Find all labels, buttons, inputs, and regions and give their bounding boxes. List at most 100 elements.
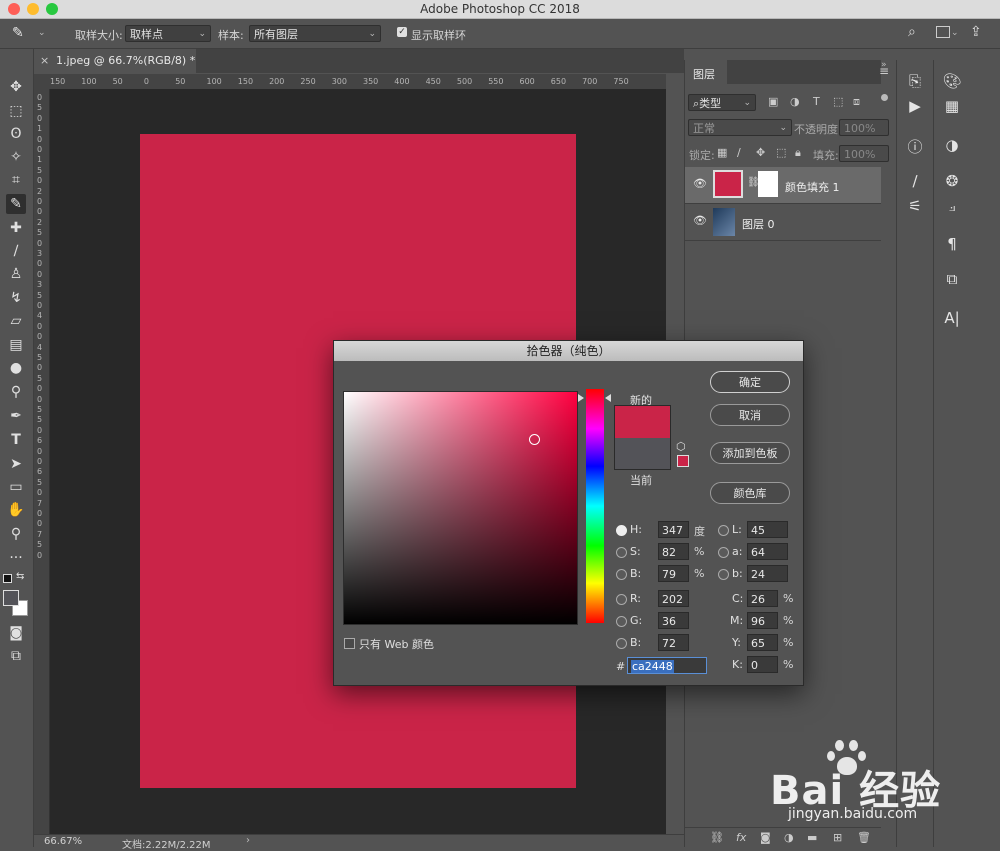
blue-field[interactable]: 72 xyxy=(658,634,689,651)
lab-l-field[interactable]: 45 xyxy=(747,521,788,538)
more-tools-icon[interactable]: ··· xyxy=(6,548,26,568)
rectangle-tool-icon[interactable]: ▭ xyxy=(6,477,26,497)
red-radio[interactable] xyxy=(616,594,627,605)
history-brush-tool-icon[interactable]: ↯ xyxy=(6,288,26,308)
screen-mode-icon[interactable]: ⧉ xyxy=(6,646,26,666)
add-mask-icon[interactable]: ◙ xyxy=(760,831,771,844)
paths-icon[interactable]: ⟓ xyxy=(937,197,967,215)
share-icon[interactable]: ⇪ xyxy=(970,24,982,40)
show-ring-checkbox[interactable]: ✓ xyxy=(397,27,407,37)
lock-all-icon[interactable]: 🔒︎ xyxy=(795,146,801,160)
lock-artboard-icon[interactable]: ⬚ xyxy=(776,146,786,159)
adjustment-layer-icon[interactable]: ◑ xyxy=(784,831,794,844)
filter-adjustment-icon[interactable]: ◑ xyxy=(790,95,800,108)
hand-tool-icon[interactable]: ✋ xyxy=(6,500,26,520)
lab-b-radio[interactable] xyxy=(718,569,729,580)
black-field[interactable]: 0 xyxy=(747,656,778,673)
tool-presets-icon[interactable]: ⚟ xyxy=(900,197,930,215)
filter-type-icon[interactable]: T xyxy=(813,95,820,108)
saturation-radio[interactable] xyxy=(616,547,627,558)
eyedropper-tool-icon[interactable]: ✎ xyxy=(6,194,26,214)
cube-icon[interactable]: ⬡ xyxy=(676,440,686,453)
marquee-tool-icon[interactable]: ⬚ xyxy=(6,101,26,121)
fill-field[interactable]: 100% xyxy=(839,145,889,162)
healing-brush-tool-icon[interactable]: ✚ xyxy=(6,218,26,238)
document-tab[interactable]: × 1.jpeg @ 66.7%(RGB/8) * xyxy=(34,49,196,73)
hex-field[interactable]: ca2448 xyxy=(627,657,707,674)
lock-transparent-icon[interactable]: ▦ xyxy=(717,146,727,159)
lab-a-field[interactable]: 64 xyxy=(747,543,788,560)
lasso-tool-icon[interactable]: ʘ xyxy=(6,124,26,144)
blend-mode-dropdown[interactable]: 正常 ⌄ xyxy=(688,119,792,136)
hue-radio[interactable] xyxy=(616,525,627,536)
collapse-icon[interactable]: » xyxy=(881,60,887,70)
lab-a-radio[interactable] xyxy=(718,547,729,558)
character-icon[interactable]: A| xyxy=(937,309,967,327)
path-select-tool-icon[interactable]: ➤ xyxy=(6,454,26,474)
move-tool-icon[interactable]: ✥ xyxy=(6,77,26,97)
layer-name[interactable]: 图层 0 xyxy=(742,216,775,232)
magic-wand-tool-icon[interactable]: ✧ xyxy=(6,147,26,167)
type-tool-icon[interactable]: T xyxy=(6,430,26,450)
zoom-tool-icon[interactable]: ⚲ xyxy=(6,524,26,544)
web-colors-only-checkbox[interactable] xyxy=(344,638,355,649)
hue-field[interactable]: 347 xyxy=(658,521,689,538)
new-layer-icon[interactable]: ⊞ xyxy=(833,831,842,844)
workspace-icon[interactable] xyxy=(936,26,950,38)
channels-icon[interactable]: ❂ xyxy=(937,172,967,190)
info-icon[interactable]: ⓘ xyxy=(900,136,930,157)
layer-row[interactable]: 👁︎ ⛓ 颜色填充 1 xyxy=(685,167,881,204)
filter-pixel-icon[interactable]: ▣ xyxy=(768,95,778,108)
current-color-swatch[interactable] xyxy=(614,438,671,470)
lab-l-radio[interactable] xyxy=(718,525,729,536)
swap-colors-icon[interactable]: ⇆ xyxy=(16,571,24,582)
eyedropper-icon[interactable]: ✎ xyxy=(12,25,24,41)
brush-settings-icon[interactable]: ∕ xyxy=(900,172,930,190)
lab-b-field[interactable]: 24 xyxy=(747,565,788,582)
opacity-field[interactable]: 100% xyxy=(839,119,889,136)
hue-slider-left-arrow[interactable] xyxy=(578,394,584,402)
group-icon[interactable]: ▬ xyxy=(807,831,817,844)
color-libraries-button[interactable]: 颜色库 xyxy=(710,482,790,504)
dodge-tool-icon[interactable]: ⚲ xyxy=(6,382,26,402)
brush-tool-icon[interactable]: ∕ xyxy=(6,241,26,261)
adjustments-icon[interactable]: ◑ xyxy=(937,136,967,154)
brightness-field[interactable]: 79 xyxy=(658,565,689,582)
filter-shape-icon[interactable]: ⬚ xyxy=(833,95,843,108)
trash-icon[interactable]: 🗑︎ xyxy=(857,831,871,844)
gradient-tool-icon[interactable]: ▤ xyxy=(6,335,26,355)
zoom-level[interactable]: 66.67% xyxy=(44,836,82,847)
layer-name[interactable]: 颜色填充 1 xyxy=(785,179,840,195)
link-layers-icon[interactable]: ⛓ xyxy=(710,831,724,844)
paragraph-icon[interactable]: ¶ xyxy=(937,235,967,253)
saturation-brightness-field[interactable] xyxy=(343,391,578,625)
ok-button[interactable]: 确定 xyxy=(710,371,790,393)
default-colors-icon[interactable] xyxy=(3,574,12,583)
search-icon[interactable]: ⌕ xyxy=(908,24,916,40)
foreground-color-swatch[interactable] xyxy=(3,590,19,606)
green-field[interactable]: 36 xyxy=(658,612,689,629)
actions-play-icon[interactable]: ▶ xyxy=(900,97,930,115)
lock-position-icon[interactable]: ✥ xyxy=(756,146,765,159)
chevron-right-icon[interactable]: › xyxy=(246,835,250,846)
add-to-swatches-button[interactable]: 添加到色板 xyxy=(710,442,790,464)
blur-tool-icon[interactable]: ● xyxy=(6,358,26,378)
layer-mask-thumbnail[interactable] xyxy=(758,171,778,197)
chevron-down-icon[interactable]: ⌄ xyxy=(38,28,46,38)
sample-dropdown[interactable]: 所有图层 ⌄ xyxy=(249,25,381,42)
brightness-radio[interactable] xyxy=(616,569,627,580)
color-palette-icon[interactable]: 🎨︎ xyxy=(937,72,967,90)
color-picker-cursor[interactable] xyxy=(529,434,540,445)
eraser-tool-icon[interactable]: ▱ xyxy=(6,311,26,331)
eye-icon[interactable]: 👁︎ xyxy=(693,214,707,227)
fx-icon[interactable]: fx xyxy=(736,831,746,844)
sample-size-dropdown[interactable]: 取样点 ⌄ xyxy=(125,25,211,42)
eye-icon[interactable]: 👁︎ xyxy=(693,177,707,190)
yellow-field[interactable]: 65 xyxy=(747,634,778,651)
stamp-tool-icon[interactable]: ♙ xyxy=(6,264,26,284)
crop-tool-icon[interactable]: ⌗ xyxy=(6,170,26,190)
layer-row[interactable]: 👁︎ 图层 0 xyxy=(685,204,881,241)
saturation-field[interactable]: 82 xyxy=(658,543,689,560)
red-field[interactable]: 202 xyxy=(658,590,689,607)
layer-filter-dropdown[interactable]: ⌕类型 ⌄ xyxy=(688,94,756,111)
